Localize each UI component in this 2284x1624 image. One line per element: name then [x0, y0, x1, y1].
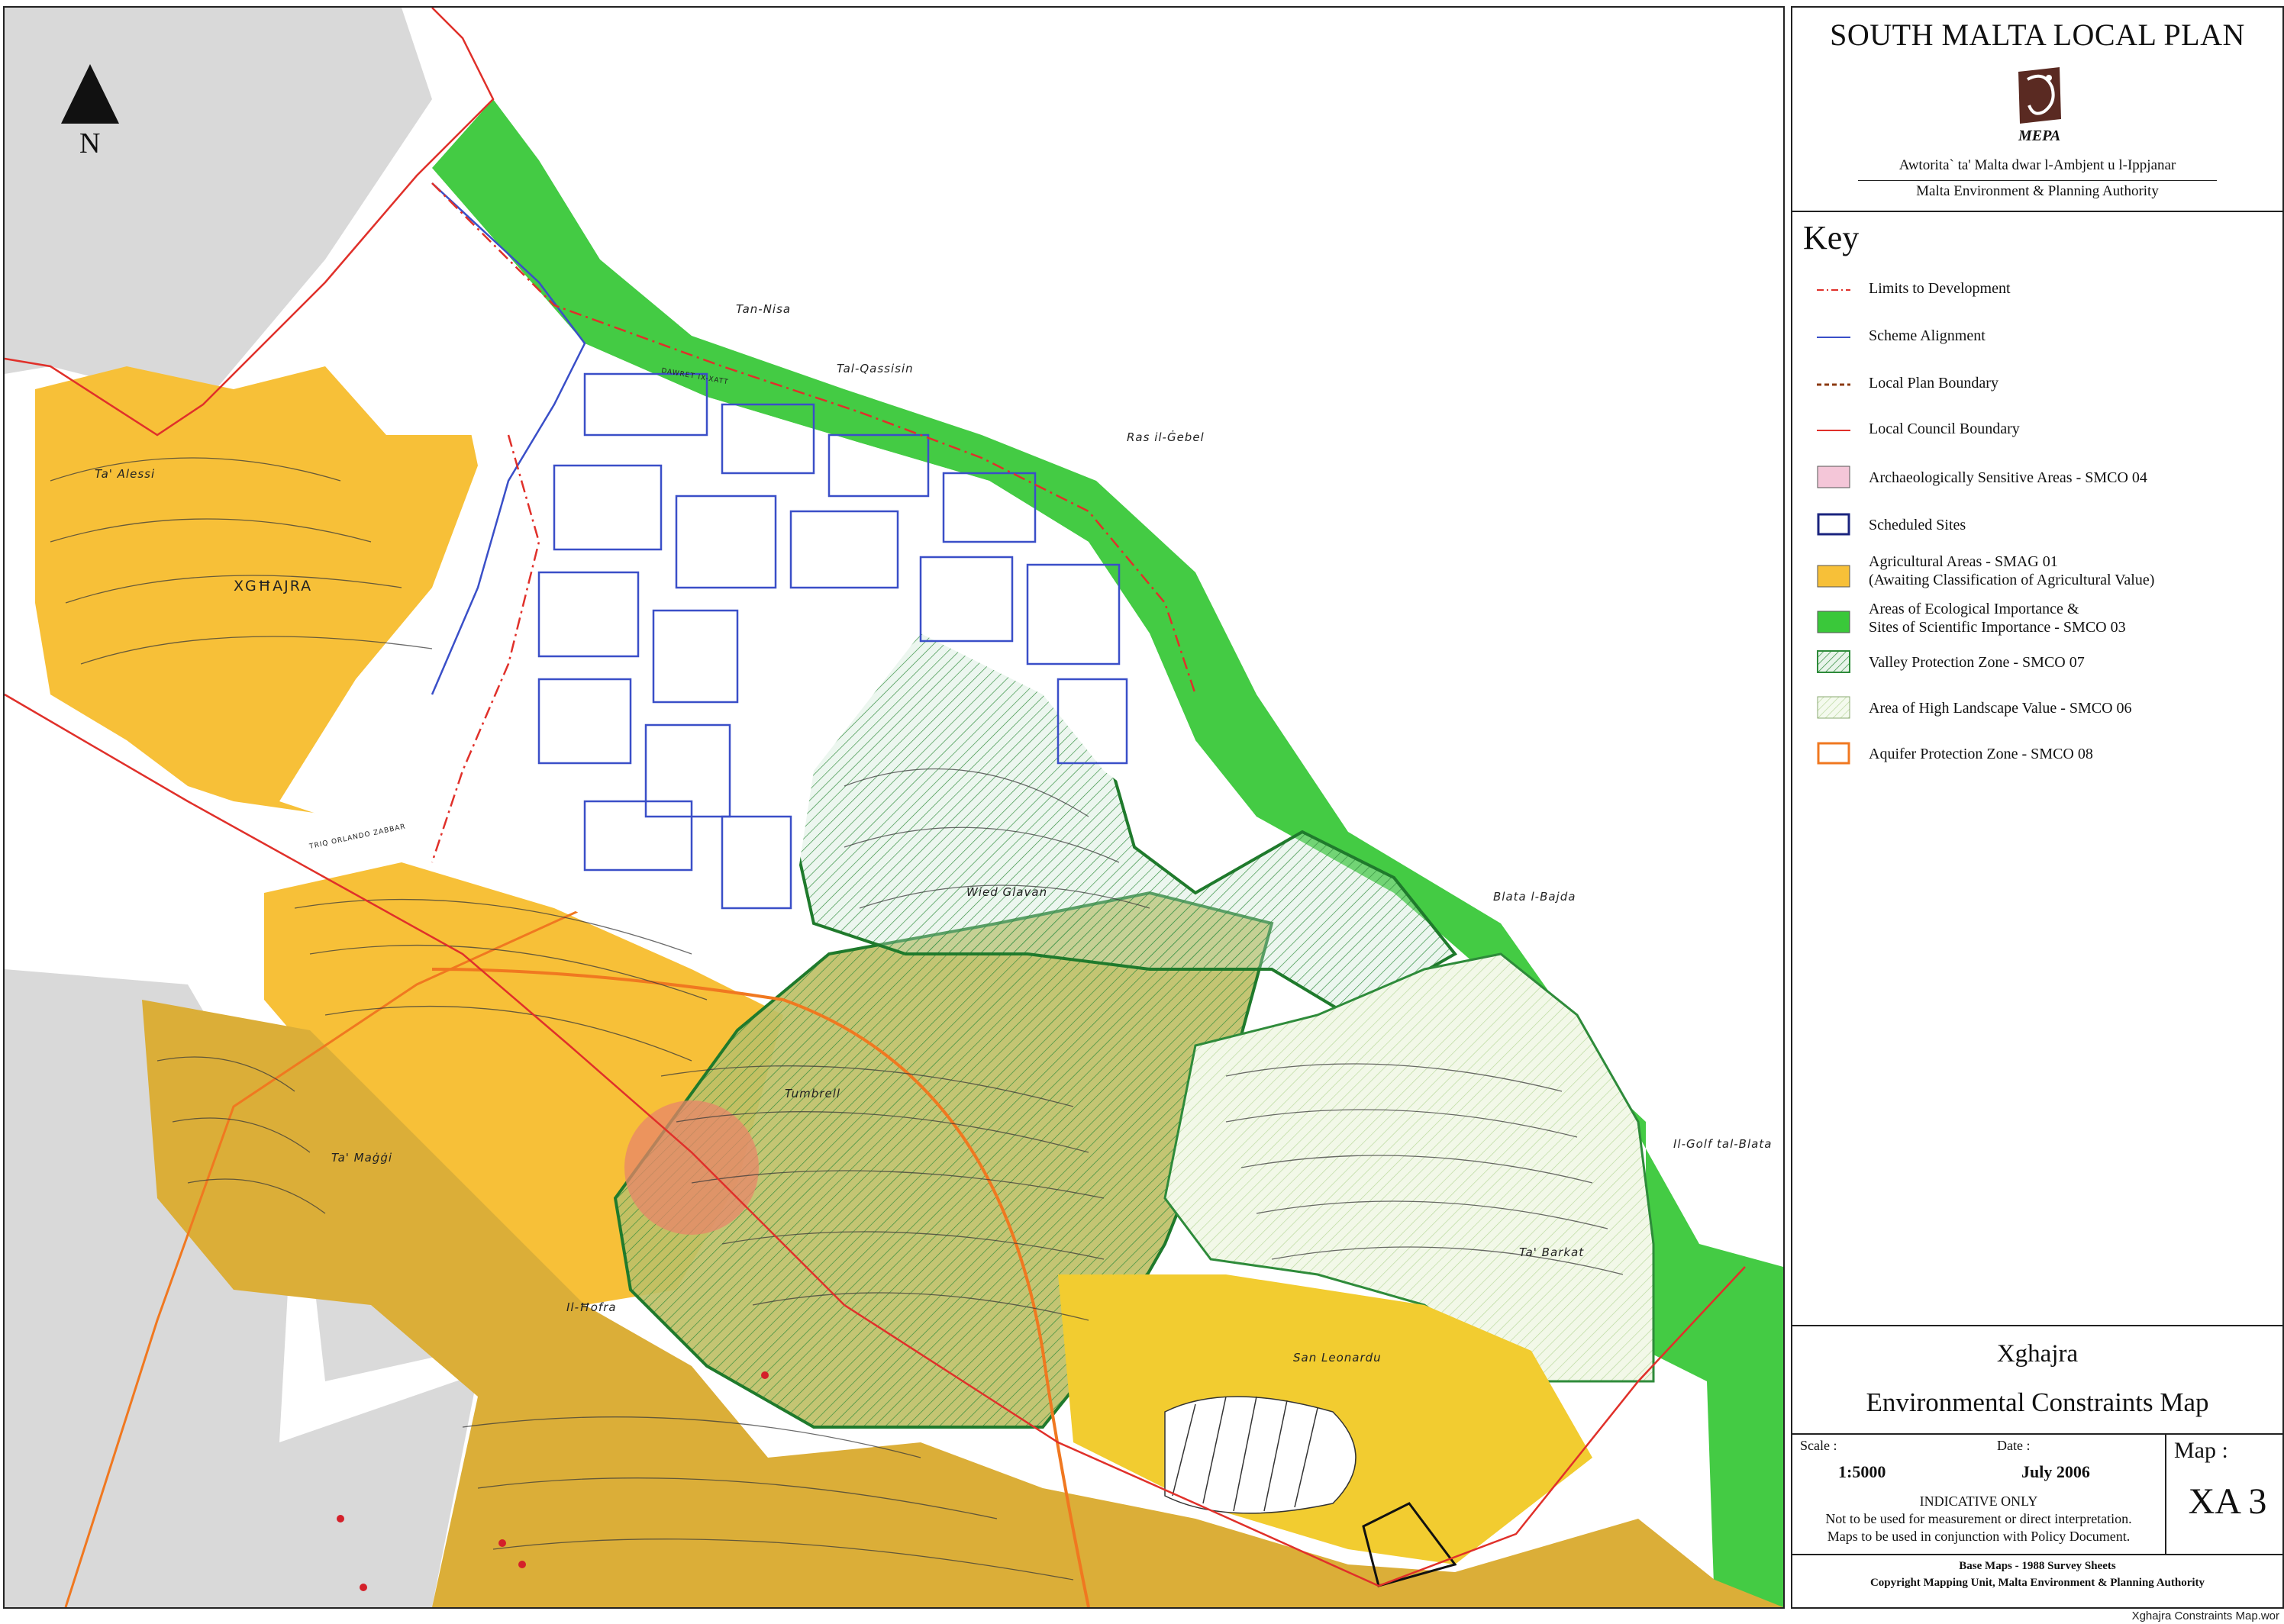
map-info-block: Scale : 1:5000 Date : July 2006 INDICATI…: [1792, 1435, 2282, 1555]
key-item-valley-protection: Valley Protection Zone - SMCO 07: [1792, 646, 2282, 676]
archaeological-area: [624, 1100, 759, 1235]
place-xghajra: XGĦAJRA: [234, 578, 312, 594]
key-item-local-plan-boundary: Local Plan Boundary: [1792, 369, 2282, 400]
key-item-local-council-boundary: Local Council Boundary: [1792, 415, 2282, 446]
map-number-label: Map :: [2174, 1438, 2228, 1463]
place-wied-glavan: Wied Glavan: [966, 885, 1047, 899]
place-tan-nisa: Tan-Nisa: [736, 302, 791, 316]
indicative-line: Maps to be used in conjunction with Poli…: [1827, 1529, 2131, 1544]
key-item-scheduled-sites: Scheduled Sites: [1792, 508, 2282, 539]
credits-block: Base Maps - 1988 Survey Sheets Copyright…: [1792, 1554, 2282, 1606]
navy-outline-icon: [1817, 513, 1850, 536]
key-label-2: Sites of Scientific Importance - SMCO 03: [1869, 619, 2126, 636]
place-il-golf-tal-blata: Il-Golf tal-Blata: [1673, 1137, 1772, 1151]
scale-value: 1:5000: [1838, 1462, 1886, 1481]
key-label: Archaeologically Sensitive Areas - SMCO …: [1869, 469, 2147, 486]
place-il-hofra: Il-Ħofra: [566, 1300, 617, 1314]
key-item-archaeologically-sensitive: Archaeologically Sensitive Areas - SMCO …: [1792, 461, 2282, 491]
dashed-line-icon: [1817, 383, 1850, 386]
key-item-aquifer-protection: Aquifer Protection Zone - SMCO 08: [1792, 737, 2282, 768]
green-hatch-swatch-icon: [1817, 650, 1850, 673]
authority-divider: [1858, 180, 2217, 181]
key-title: Key: [1803, 219, 1860, 256]
key-label: Local Plan Boundary: [1869, 375, 1999, 392]
logo-text: MEPA: [2018, 127, 2060, 143]
solid-line-icon: [1817, 337, 1850, 338]
map-title-block: Xghajra Environmental Constraints Map: [1792, 1326, 2282, 1435]
key-label-2: (Awaiting Classification of Agricultural…: [1869, 572, 2155, 588]
key-label: Limits to Development: [1869, 280, 2011, 297]
place-san-leonardu: San Leonardu: [1293, 1351, 1382, 1365]
key-label: Scheme Alignment: [1869, 327, 1986, 344]
orange-outline-icon: [1817, 742, 1850, 765]
solid-line-icon: [1817, 430, 1850, 431]
place-tal-qassisin: Tal-Qassisin: [837, 362, 914, 375]
greenhouses: [1164, 1396, 1357, 1514]
mepa-logo-icon: MEPA: [2018, 67, 2061, 143]
indicative-line: INDICATIVE ONLY: [1919, 1494, 2038, 1509]
built-up-area-west: [5, 8, 432, 404]
copyright-credit: Copyright Mapping Unit, Malta Environmen…: [1869, 1577, 2205, 1589]
base-map-credit: Base Maps - 1988 Survey Sheets: [1959, 1560, 2116, 1572]
plan-title: SOUTH MALTA LOCAL PLAN: [1830, 18, 2245, 52]
key-label: Local Council Boundary: [1869, 420, 2020, 437]
key-item-agricultural-areas: Agricultural Areas - SMAG 01 (Awaiting C…: [1792, 551, 2282, 594]
key-item-ecological-importance: Areas of Ecological Importance & Sites o…: [1792, 598, 2282, 641]
authority-name-english: Malta Environment & Planning Authority: [1916, 183, 2159, 199]
indicative-line: Not to be used for measurement or direct…: [1825, 1511, 2132, 1526]
place-ta-barkat: Ta' Barkat: [1519, 1245, 1584, 1259]
key-item-high-landscape-value: Area of High Landscape Value - SMCO 06: [1792, 691, 2282, 722]
place-ras-il-gebel: Ras il-Ġebel: [1127, 430, 1205, 444]
key-label: Scheduled Sites: [1869, 517, 1966, 533]
map-subject: Environmental Constraints Map: [1866, 1387, 2209, 1417]
place-ta-alessi: Ta' Alessi: [95, 467, 155, 481]
place-tumbrell: Tumbrell: [785, 1087, 840, 1100]
north-label: N: [79, 127, 100, 160]
map-place-name: Xghajra: [1996, 1340, 2079, 1368]
key-item-scheme-alignment: Scheme Alignment: [1792, 322, 2282, 353]
key-item-limits-to-development: Limits to Development: [1792, 275, 2282, 305]
key-label: Areas of Ecological Importance &: [1869, 601, 2079, 617]
place-blata-l-bajda: Blata l-Bajda: [1493, 890, 1576, 904]
map-number: XA 3: [2188, 1481, 2267, 1522]
dashdot-line-icon: [1817, 289, 1850, 291]
file-name: Xghajra Constraints Map.wor: [2131, 1610, 2279, 1622]
key-label: Aquifer Protection Zone - SMCO 08: [1869, 746, 2093, 762]
yellow-swatch-icon: [1817, 565, 1850, 588]
pink-swatch-icon: [1817, 466, 1850, 488]
green-swatch-icon: [1817, 611, 1850, 633]
authority-name-maltese: Awtorita` ta' Malta dwar l-Ambjent u l-I…: [1898, 157, 2176, 173]
map-canvas[interactable]: N Tan-Nisa Tal-Qassisin Ras il-Ġebel Ta'…: [5, 8, 1783, 1607]
key-label: Valley Protection Zone - SMCO 07: [1869, 654, 2085, 671]
info-divider: [2165, 1435, 2166, 1554]
key-block: Key Limits to Development Scheme Alignme…: [1792, 212, 2282, 1326]
date-label: Date :: [1997, 1438, 2031, 1453]
key-label: Area of High Landscape Value - SMCO 06: [1869, 700, 2132, 717]
header-block: SOUTH MALTA LOCAL PLAN MEPA Awtorita` ta…: [1792, 8, 2282, 212]
place-ta-maggi: Ta' Maġġi: [331, 1151, 392, 1165]
key-label: Agricultural Areas - SMAG 01: [1869, 553, 2058, 570]
legend-panel: SOUTH MALTA LOCAL PLAN MEPA Awtorita` ta…: [1791, 6, 2284, 1609]
date-value: July 2006: [2021, 1462, 2090, 1481]
indicative-notice: INDICATIVE ONLY Not to be used for measu…: [1792, 1493, 2165, 1545]
map-area[interactable]: N Tan-Nisa Tal-Qassisin Ras il-Ġebel Ta'…: [3, 6, 1785, 1609]
scale-label: Scale :: [1800, 1438, 1837, 1453]
light-hatch-swatch-icon: [1817, 696, 1850, 719]
